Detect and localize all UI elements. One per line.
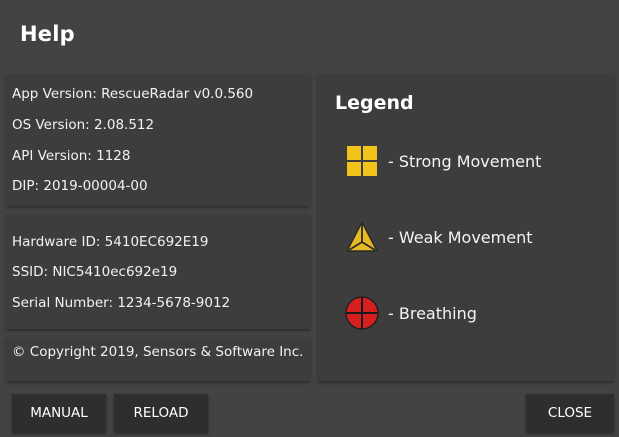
app-version-text: App Version: RescueRadar v0.0.560 (12, 86, 254, 102)
copyright-text: © Copyright 2019, Sensors & Software Inc… (12, 344, 304, 360)
copyright-panel: © Copyright 2019, Sensors & Software Inc… (6, 337, 310, 381)
dialog-title: Help (20, 22, 75, 46)
weak-movement-icon (344, 219, 380, 255)
ssid-text: SSID: NIC5410ec692e19 (12, 264, 178, 280)
manual-button[interactable]: MANUAL (12, 394, 106, 432)
legend-title: Legend (335, 92, 414, 114)
legend-label-breathing: - Breathing (388, 303, 477, 323)
close-button[interactable]: CLOSE (526, 394, 614, 432)
legend-item-breathing: - Breathing (344, 295, 477, 331)
reload-button[interactable]: RELOAD (114, 394, 208, 432)
hardware-info-panel: Hardware ID: 5410EC692E19 SSID: NIC5410e… (6, 214, 310, 329)
help-dialog: Help App Version: RescueRadar v0.0.560 O… (0, 0, 619, 437)
legend-label-strong-movement: - Strong Movement (388, 151, 542, 171)
legend-label-weak-movement: - Weak Movement (388, 227, 533, 247)
api-version-text: API Version: 1128 (12, 148, 131, 164)
dip-text: DIP: 2019-00004-00 (12, 178, 148, 194)
breathing-icon (344, 295, 380, 331)
legend-panel: Legend - Strong Movement - Weak Movement… (318, 74, 614, 381)
hardware-id-text: Hardware ID: 5410EC692E19 (12, 234, 209, 250)
os-version-text: OS Version: 2.08.512 (12, 117, 155, 133)
legend-item-strong-movement: - Strong Movement (344, 143, 541, 179)
serial-number-text: Serial Number: 1234-5678-9012 (12, 295, 231, 311)
legend-item-weak-movement: - Weak Movement (344, 219, 533, 255)
strong-movement-icon (344, 143, 380, 179)
version-info-panel: App Version: RescueRadar v0.0.560 OS Ver… (6, 74, 310, 206)
